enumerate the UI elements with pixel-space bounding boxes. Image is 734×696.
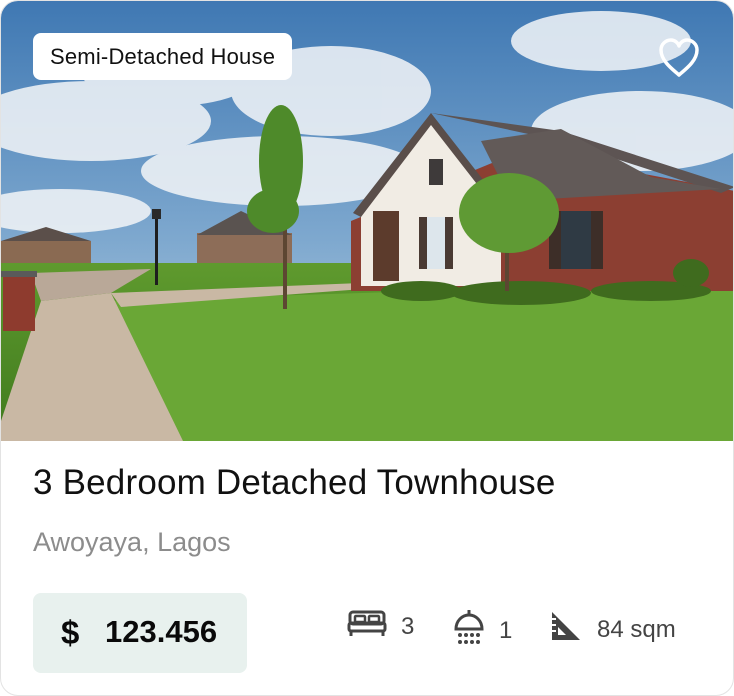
favorite-button[interactable] [655,35,703,79]
area-feature: 84 sqm [549,609,676,650]
bathrooms-feature: 1 [453,609,512,652]
heart-icon [659,38,699,77]
property-type-badge: Semi-Detached House [33,33,293,80]
price-currency: $ [61,614,80,651]
property-card[interactable]: Semi-Detached House 3 Bedroom Detached T… [0,0,734,696]
bed-icon [347,609,387,644]
area-value: 84 sqm [597,615,676,643]
bathrooms-count: 1 [499,616,513,644]
set-square-icon [549,609,583,650]
listing-title[interactable]: 3 Bedroom Detached Townhouse [33,463,556,503]
price-box: $ 123.456 [33,593,247,673]
listing-location: Awoyaya, Lagos [33,527,231,557]
shower-icon [453,609,485,652]
price-amount: 123.456 [105,614,218,649]
bedrooms-count: 3 [401,612,415,640]
bedrooms-feature: 3 [347,609,414,644]
